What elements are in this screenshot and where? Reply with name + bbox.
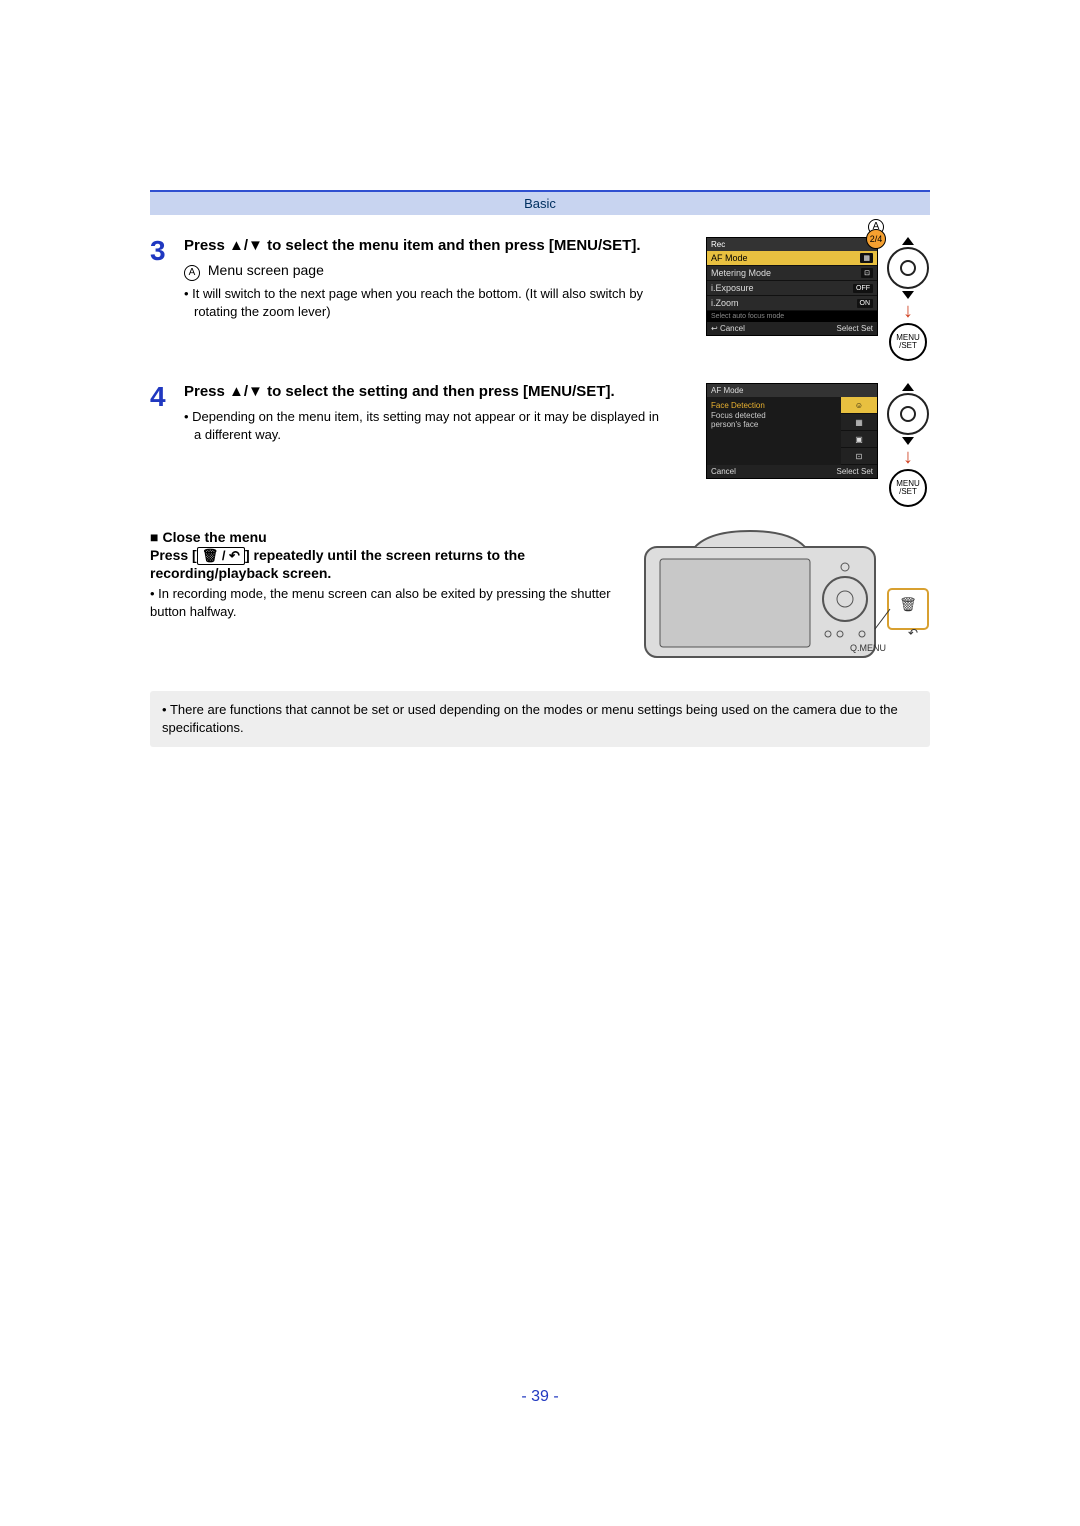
down-arrow-icon	[902, 291, 914, 299]
dial-icon	[887, 393, 929, 435]
menu-screenshot-wrap: A Rec AF Mode ▦ Metering Mode ⊡	[706, 237, 878, 336]
footnote-box: There are functions that cannot be set o…	[150, 691, 930, 747]
opt-face-icon: ☺	[841, 397, 877, 414]
step-3-number: 3	[150, 237, 184, 265]
step-3-heading: Press ▲/▼ to select the menu item and th…	[184, 237, 668, 254]
step-3-sublabel: A Menu screen page	[184, 262, 668, 281]
menu-set-button-icon: MENU /SET	[889, 323, 927, 361]
qmenu-label: Q.MENU	[850, 643, 886, 653]
page-number: - 39 -	[0, 1388, 1080, 1406]
select-set-label: Select Set	[837, 324, 873, 333]
opt-title: AF Mode	[707, 384, 877, 397]
opt-tracking-icon: ▦	[841, 414, 877, 431]
metering-value-icon: ⊡	[861, 268, 873, 278]
step-4: 4 Press ▲/▼ to select the setting and th…	[150, 383, 930, 507]
trash-return-icon: 🗑 / ↶	[197, 547, 245, 565]
step-4-number: 4	[150, 383, 184, 411]
opt-footer: Cancel Select Set	[707, 465, 877, 478]
up-arrow-icon	[902, 383, 914, 391]
flow-arrow-icon: ↓	[903, 301, 913, 321]
svg-text:↶: ↶	[908, 626, 918, 640]
dial-icon	[887, 247, 929, 289]
option-screenshot: AF Mode Face Detection Focus detected pe…	[706, 383, 878, 479]
flow-arrow-icon: ↓	[903, 447, 913, 467]
af-mode-value-icon: ▦	[860, 253, 873, 263]
control-pad-illustration-3: ↓ MENU /SET	[886, 237, 930, 361]
close-menu-section: ■Close the menu Press [🗑 / ↶] repeatedly…	[150, 529, 930, 669]
menu-page-badge: 2/4	[866, 229, 886, 249]
step-3-bullets: It will switch to the next page when you…	[184, 285, 668, 321]
opt-spot-icon: ⊡	[841, 448, 877, 465]
cancel-label: Cancel	[711, 324, 745, 333]
step-4-body: Press ▲/▼ to select the setting and then…	[184, 383, 668, 444]
menu-tab: Rec	[707, 238, 877, 251]
menu-row-iexposure: i.Exposure OFF	[707, 281, 877, 296]
close-menu-title: ■Close the menu	[150, 529, 630, 545]
step-3-figure: A Rec AF Mode ▦ Metering Mode ⊡	[668, 237, 930, 361]
down-arrow-icon	[902, 437, 914, 445]
step-4-bullet-1: Depending on the menu item, its setting …	[184, 408, 668, 444]
step-4-heading: Press ▲/▼ to select the setting and then…	[184, 383, 668, 400]
camera-back-svg: 🗑 Q.MENU ↶	[640, 529, 930, 669]
step-4-bullets: Depending on the menu item, its setting …	[184, 408, 668, 444]
step-4-figure: AF Mode Face Detection Focus detected pe…	[668, 383, 930, 507]
svg-text:🗑: 🗑	[899, 596, 917, 612]
menu-row-afmode: AF Mode ▦	[707, 251, 877, 266]
circle-a-icon: A	[184, 265, 200, 281]
opt-list: ☺ ▦ ▣ ⊡	[841, 397, 877, 465]
close-menu-text: ■Close the menu Press [🗑 / ↶] repeatedly…	[150, 529, 630, 622]
close-menu-note: In recording mode, the menu screen can a…	[150, 585, 630, 621]
control-pad-illustration-4: ↓ MENU /SET	[886, 383, 930, 507]
menu-screenshot: Rec AF Mode ▦ Metering Mode ⊡ i.Exposure…	[706, 237, 878, 336]
opt-area-icon: ▣	[841, 431, 877, 448]
menu-row-metering: Metering Mode ⊡	[707, 266, 877, 281]
section-header: Basic	[150, 190, 930, 215]
menu-hint: Select auto focus mode	[707, 311, 877, 322]
opt-desc: Face Detection Focus detected person's f…	[707, 397, 841, 465]
menu-row-izoom: i.Zoom ON	[707, 296, 877, 311]
menu-set-button-icon: MENU /SET	[889, 469, 927, 507]
step-3: 3 Press ▲/▼ to select the menu item and …	[150, 237, 930, 361]
camera-illustration: 🗑 Q.MENU ↶	[630, 529, 930, 669]
sublabel-text: Menu screen page	[208, 262, 324, 278]
step-3-bullet-1: It will switch to the next page when you…	[184, 285, 668, 321]
page-content: Basic 3 Press ▲/▼ to select the menu ite…	[150, 0, 930, 747]
close-menu-instruction: Press [🗑 / ↶] repeatedly until the scree…	[150, 547, 630, 581]
menu-footer: Cancel Select Set	[707, 322, 877, 335]
up-arrow-icon	[902, 237, 914, 245]
step-3-body: Press ▲/▼ to select the menu item and th…	[184, 237, 668, 321]
